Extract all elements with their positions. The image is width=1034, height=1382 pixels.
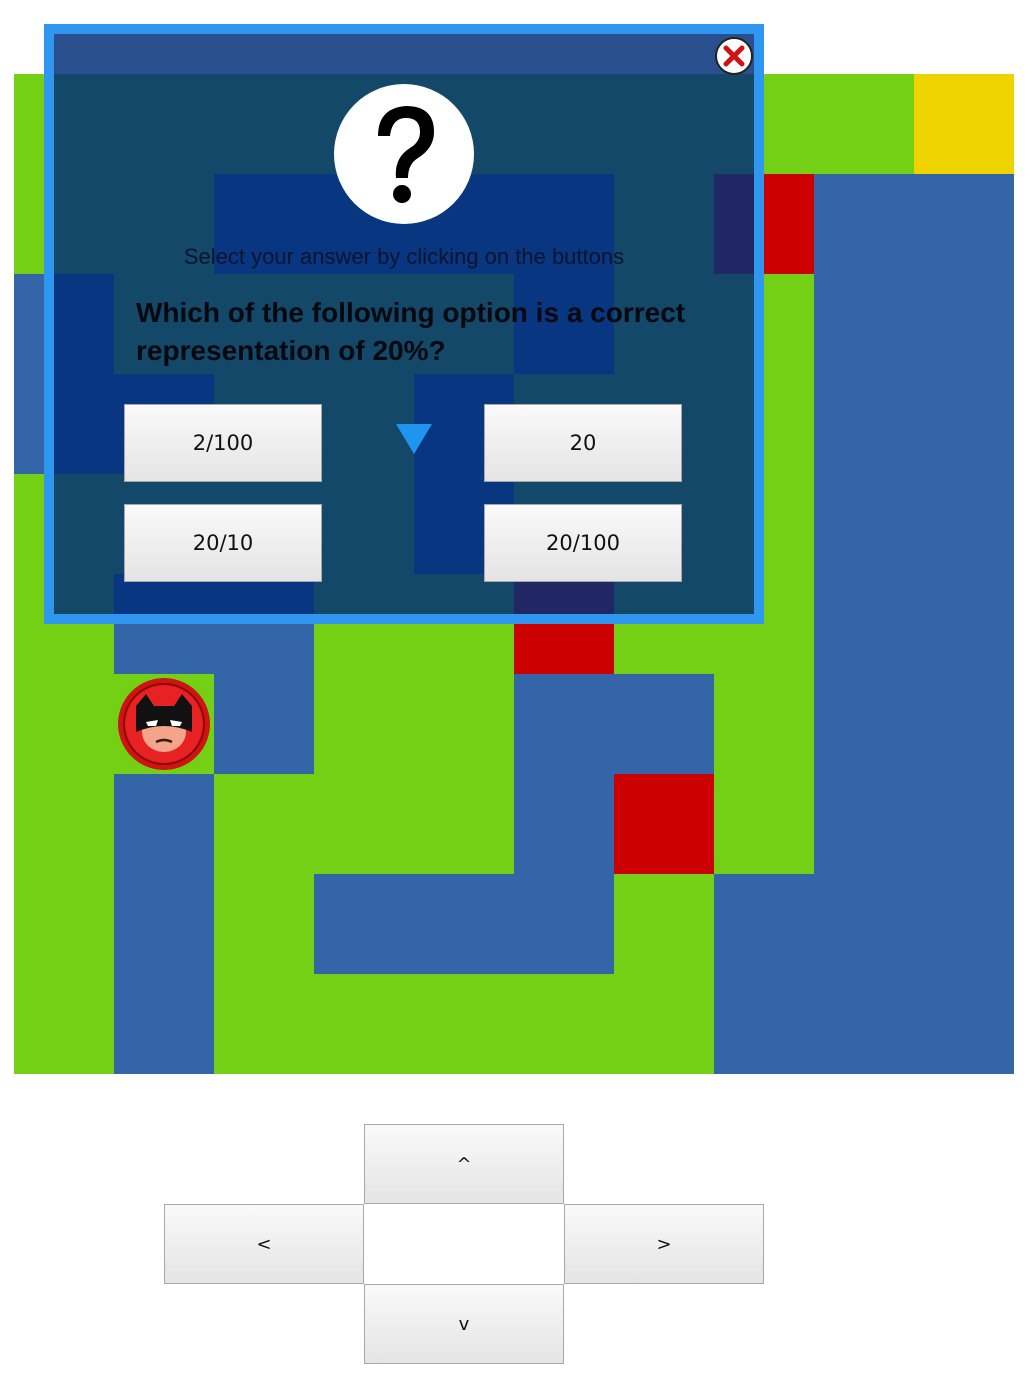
question-mark-icon	[334, 84, 474, 224]
wall-cell	[314, 874, 414, 974]
wall-cell	[914, 174, 1014, 274]
wall-cell	[914, 674, 1014, 774]
quiz-dialog: Select your answer by clicking on the bu…	[44, 24, 764, 624]
path-cell	[414, 674, 514, 774]
wall-cell	[914, 574, 1014, 674]
answer-option-3[interactable]: 20/10	[124, 504, 322, 582]
wall-cell	[814, 174, 914, 274]
goal-cell	[914, 74, 1014, 174]
wall-cell	[914, 274, 1014, 374]
wall-cell	[514, 774, 614, 874]
wall-cell	[514, 874, 614, 974]
quiz-question: Which of the following option is a corre…	[136, 297, 686, 366]
path-cell	[214, 874, 314, 974]
answer-option-4[interactable]: 20/100	[484, 504, 682, 582]
path-cell	[314, 974, 414, 1074]
path-cell	[214, 774, 314, 874]
wall-cell	[814, 274, 914, 374]
path-cell	[614, 974, 714, 1074]
wall-cell	[814, 774, 914, 874]
move-left-button[interactable]: <	[164, 1204, 364, 1284]
path-cell	[314, 774, 414, 874]
path-cell	[14, 974, 114, 1074]
wall-cell	[814, 974, 914, 1074]
move-down-button[interactable]: v	[364, 1284, 564, 1364]
down-triangle-icon	[396, 424, 432, 454]
path-cell	[814, 74, 914, 174]
wall-cell	[414, 874, 514, 974]
wall-cell	[214, 674, 314, 774]
answer-option-1[interactable]: 2/100	[124, 404, 322, 482]
quiz-instruction: Select your answer by clicking on the bu…	[183, 244, 625, 269]
batman-player-icon	[118, 678, 210, 770]
wall-cell	[114, 974, 214, 1074]
path-cell	[414, 774, 514, 874]
path-cell	[614, 874, 714, 974]
path-cell	[14, 774, 114, 874]
wall-cell	[814, 674, 914, 774]
wall-cell	[114, 874, 214, 974]
path-cell	[714, 674, 814, 774]
path-cell	[514, 974, 614, 1074]
path-cell	[414, 974, 514, 1074]
wall-cell	[814, 474, 914, 574]
wall-cell	[914, 474, 1014, 574]
wall-cell	[514, 674, 614, 774]
move-right-button[interactable]: >	[564, 1204, 764, 1284]
answer-option-2[interactable]: 20	[484, 404, 682, 482]
wall-cell	[814, 874, 914, 974]
path-cell	[214, 974, 314, 1074]
wall-cell	[914, 374, 1014, 474]
wall-cell	[614, 674, 714, 774]
path-cell	[314, 674, 414, 774]
wall-cell	[714, 974, 814, 1074]
wall-cell	[114, 774, 214, 874]
trap-cell	[614, 774, 714, 874]
wall-cell	[914, 874, 1014, 974]
move-up-button[interactable]: ^	[364, 1124, 564, 1204]
wall-cell	[814, 374, 914, 474]
path-cell	[14, 874, 114, 974]
path-cell	[14, 674, 114, 774]
wall-cell	[914, 774, 1014, 874]
wall-cell	[814, 574, 914, 674]
close-icon[interactable]	[714, 36, 754, 76]
game-stage: Select your answer by clicking on the bu…	[0, 0, 1034, 1382]
path-cell	[714, 774, 814, 874]
wall-cell	[714, 874, 814, 974]
wall-cell	[914, 974, 1014, 1074]
